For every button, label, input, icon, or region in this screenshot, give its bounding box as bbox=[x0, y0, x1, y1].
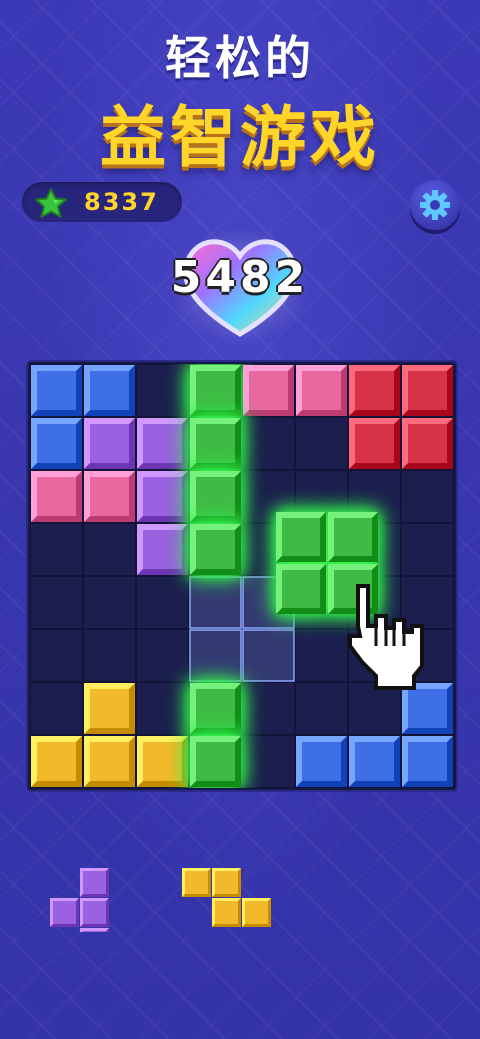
tray-piece-cell bbox=[80, 898, 109, 927]
board-cell-pink bbox=[243, 365, 294, 416]
board-cell-yellow bbox=[84, 736, 135, 787]
board-cell-blue bbox=[31, 365, 82, 416]
board-cell-purple bbox=[84, 418, 135, 469]
board-cell-blue bbox=[31, 418, 82, 469]
tray-piece-cell bbox=[50, 898, 79, 927]
tray-piece-yellow[interactable] bbox=[182, 868, 274, 932]
ghost-cell bbox=[189, 576, 242, 629]
board-grid[interactable] bbox=[30, 364, 454, 788]
board-cell-green bbox=[190, 524, 241, 575]
currency-counter[interactable]: 8337 bbox=[22, 182, 182, 222]
headline-main: 益智游戏 bbox=[100, 99, 380, 176]
board-cell-green bbox=[190, 365, 241, 416]
board-cell-purple bbox=[137, 418, 188, 469]
board-cell-green bbox=[190, 418, 241, 469]
headline-top: 轻松的 bbox=[165, 31, 315, 85]
board-cell-pink bbox=[84, 471, 135, 522]
board-cell-pink bbox=[296, 365, 347, 416]
ghost-cell bbox=[242, 629, 295, 682]
board-cell-yellow bbox=[137, 736, 188, 787]
board-cell-red bbox=[349, 418, 400, 469]
tray-piece-purple[interactable] bbox=[50, 868, 114, 932]
board-cell-blue bbox=[296, 736, 347, 787]
board-cell-purple bbox=[137, 524, 188, 575]
tray-piece-cell bbox=[242, 898, 271, 927]
currency-value: 8337 bbox=[84, 188, 159, 216]
board-cell-yellow bbox=[31, 736, 82, 787]
board-cell-red bbox=[402, 365, 453, 416]
board-cell-blue bbox=[402, 736, 453, 787]
board-cell-pink bbox=[31, 471, 82, 522]
game-board[interactable] bbox=[28, 362, 456, 790]
board-cell-red bbox=[349, 365, 400, 416]
board-cell-blue bbox=[84, 365, 135, 416]
tray-piece-cell bbox=[212, 898, 241, 927]
tray-piece-cell bbox=[182, 868, 211, 897]
board-cell-green bbox=[190, 736, 241, 787]
dragging-piece-cell bbox=[328, 512, 378, 562]
board-cell-green bbox=[190, 683, 241, 734]
board-cell-blue bbox=[349, 736, 400, 787]
score-value: 5482 bbox=[170, 252, 310, 303]
board-cell-purple bbox=[137, 471, 188, 522]
tray-piece-cell bbox=[80, 868, 109, 897]
star-icon bbox=[35, 188, 67, 218]
tray-piece-cell bbox=[80, 928, 109, 932]
dragging-piece-cell bbox=[276, 512, 326, 562]
ghost-cell bbox=[189, 629, 242, 682]
pointer-hand-icon bbox=[348, 584, 424, 690]
dragging-piece-cell bbox=[276, 564, 326, 614]
board-cell-yellow bbox=[84, 683, 135, 734]
board-cell-red bbox=[402, 418, 453, 469]
tray-piece-cell bbox=[212, 868, 241, 897]
settings-button[interactable] bbox=[410, 180, 460, 230]
gear-icon bbox=[420, 190, 450, 220]
board-cell-green bbox=[190, 471, 241, 522]
